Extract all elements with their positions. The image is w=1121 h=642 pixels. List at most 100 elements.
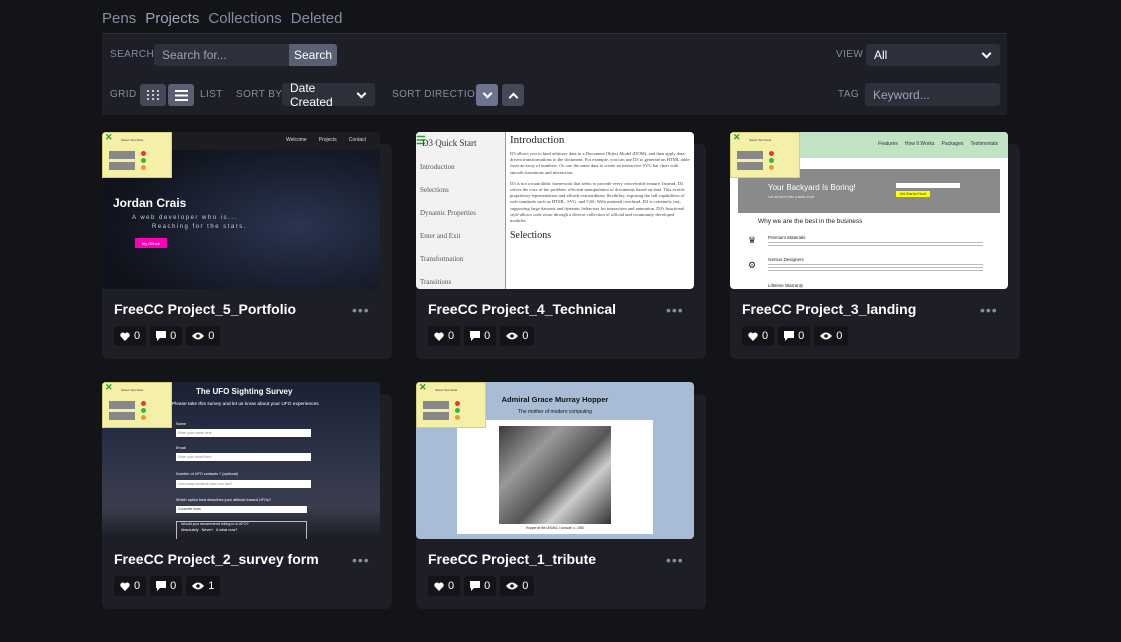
preview-feature-title: Premium Materials <box>768 235 806 240</box>
chevron-down-icon <box>482 88 492 98</box>
sort-by-label: SORT BY <box>236 89 283 100</box>
view-select[interactable]: All <box>866 44 1000 66</box>
list-view-button[interactable] <box>168 84 194 106</box>
preview-question: Would you recommend riding in a UFO? <box>181 522 249 526</box>
sort-ascending-button[interactable] <box>502 84 524 106</box>
test-suite-widget: ✕ Select Test Suite <box>102 382 172 428</box>
like-count: 0 <box>448 580 455 592</box>
sort-descending-button[interactable] <box>476 84 498 106</box>
pen-title[interactable]: FreeCC Project_3_landing <box>742 301 916 317</box>
tab-projects[interactable]: Projects <box>145 10 199 27</box>
like-button[interactable]: 0 <box>428 576 461 596</box>
preview-cta: Get Started Now! <box>896 191 930 197</box>
preview-heading: Selections <box>510 230 552 242</box>
tab-deleted[interactable]: Deleted <box>291 10 343 27</box>
pen-stats: 0 0 0 <box>114 326 221 346</box>
preview-nav-link: Testimonials <box>970 141 998 147</box>
grid-label: GRID <box>110 89 137 100</box>
test-suite-widget: ✕ Select Test Suite <box>730 132 800 178</box>
heart-icon <box>434 582 444 591</box>
grid-icon <box>147 90 159 100</box>
like-button[interactable]: 0 <box>114 576 147 596</box>
views-button[interactable]: 0 <box>186 326 221 346</box>
preview-feature-title: Lifetime Warranty <box>768 283 804 288</box>
views-button[interactable]: 0 <box>500 576 535 596</box>
comment-count: 0 <box>484 330 491 342</box>
preview-side-item: Transformation <box>420 255 464 263</box>
like-button[interactable]: 0 <box>428 326 461 346</box>
chevron-down-icon <box>356 88 367 99</box>
pen-card: The UFO Sighting Survey Please take this… <box>102 382 392 609</box>
preview-section-title: Why we are the best in the business <box>758 218 863 225</box>
pen-preview[interactable]: Features How It Works Packages Testimoni… <box>730 132 1008 289</box>
comments-button[interactable]: 0 <box>778 326 811 346</box>
preview-options: Absolutely Never! A what now? <box>181 528 238 532</box>
preview-hero-title: Your Backyard Is Boring! <box>768 183 856 192</box>
comment-count: 0 <box>170 330 177 342</box>
pen-stats: 0 0 1 <box>114 576 221 596</box>
heart-icon <box>748 332 758 341</box>
pen-title[interactable]: FreeCC Project_2_survey form <box>114 551 319 567</box>
preview-field: Enter your name here <box>176 429 311 437</box>
comment-icon <box>156 581 167 591</box>
more-options-icon[interactable]: ••• <box>666 552 684 568</box>
gear-icon: ⚙ <box>748 260 757 270</box>
grid-view-button[interactable] <box>140 84 166 106</box>
search-button[interactable]: Search <box>289 44 337 66</box>
pen-preview[interactable]: The UFO Sighting Survey Please take this… <box>102 382 380 539</box>
comment-icon <box>784 331 795 341</box>
pen-card: Welcome Projects Contact Jordan Crais A … <box>102 132 392 359</box>
comments-button[interactable]: 0 <box>150 576 183 596</box>
like-count: 0 <box>134 330 141 342</box>
preview-feature-title: Genius Designers <box>768 257 804 262</box>
like-count: 0 <box>134 580 141 592</box>
test-suite-title: Select Test Suite <box>121 388 144 392</box>
pen-preview[interactable]: Admiral Grace Murray Hopper The mother o… <box>416 382 694 539</box>
crown-icon: ♛ <box>748 235 757 245</box>
preview-nav-link: Welcome <box>285 137 307 143</box>
views-button[interactable]: 0 <box>500 326 535 346</box>
pen-preview[interactable]: ☰ D3 Quick Start Introduction Selections… <box>416 132 694 289</box>
chevron-up-icon <box>508 92 518 102</box>
search-input[interactable]: Search for... <box>154 44 290 66</box>
test-suite-title: Select Test Suite <box>121 138 144 142</box>
preview-hero-subtitle: Let us turn it into a work of art <box>768 195 815 199</box>
comment-count: 0 <box>798 330 805 342</box>
preview-nav-link: Contact <box>348 137 366 143</box>
test-suite-title: Select Test Suite <box>435 388 458 392</box>
views-button[interactable]: 1 <box>186 576 221 596</box>
preview-field: Enter your email here <box>176 453 311 461</box>
pen-title[interactable]: FreeCC Project_4_Technical <box>428 301 616 317</box>
comment-icon <box>470 581 481 591</box>
test-suite-title: Select Test Suite <box>749 138 772 142</box>
more-options-icon[interactable]: ••• <box>352 552 370 568</box>
comments-button[interactable]: 0 <box>464 326 497 346</box>
heart-icon <box>120 582 130 591</box>
comments-button[interactable]: 0 <box>464 576 497 596</box>
pen-preview[interactable]: Welcome Projects Contact Jordan Crais A … <box>102 132 380 289</box>
more-options-icon[interactable]: ••• <box>980 302 998 318</box>
tag-input[interactable]: Keyword... <box>865 83 1000 106</box>
tab-collections[interactable]: Collections <box>208 10 281 27</box>
more-options-icon[interactable]: ••• <box>352 302 370 318</box>
sort-by-select[interactable]: Date Created <box>282 81 375 109</box>
preview-field: How many contacts have you had? <box>176 480 311 488</box>
sort-direction-label: SORT DIRECTION <box>392 89 483 100</box>
pen-card: Features How It Works Packages Testimoni… <box>730 132 1020 359</box>
comments-button[interactable]: 0 <box>150 326 183 346</box>
like-button[interactable]: 0 <box>742 326 775 346</box>
pen-title[interactable]: FreeCC Project_5_Portfolio <box>114 301 296 317</box>
like-count: 0 <box>448 330 455 342</box>
preview-heading: The UFO Sighting Survey <box>196 387 293 396</box>
pen-stats: 0 0 0 <box>428 576 535 596</box>
views-button[interactable]: 0 <box>814 326 849 346</box>
tab-pens[interactable]: Pens <box>102 10 136 27</box>
like-count: 0 <box>762 330 769 342</box>
view-count: 1 <box>208 580 215 592</box>
pen-title[interactable]: FreeCC Project_1_tribute <box>428 551 596 567</box>
like-button[interactable]: 0 <box>114 326 147 346</box>
view-count: 0 <box>522 580 529 592</box>
preview-caption: Hopper at the UNIVAC I console, c. 1960 <box>526 526 584 530</box>
more-options-icon[interactable]: ••• <box>666 302 684 318</box>
preview-nav-link: Features <box>878 141 898 147</box>
